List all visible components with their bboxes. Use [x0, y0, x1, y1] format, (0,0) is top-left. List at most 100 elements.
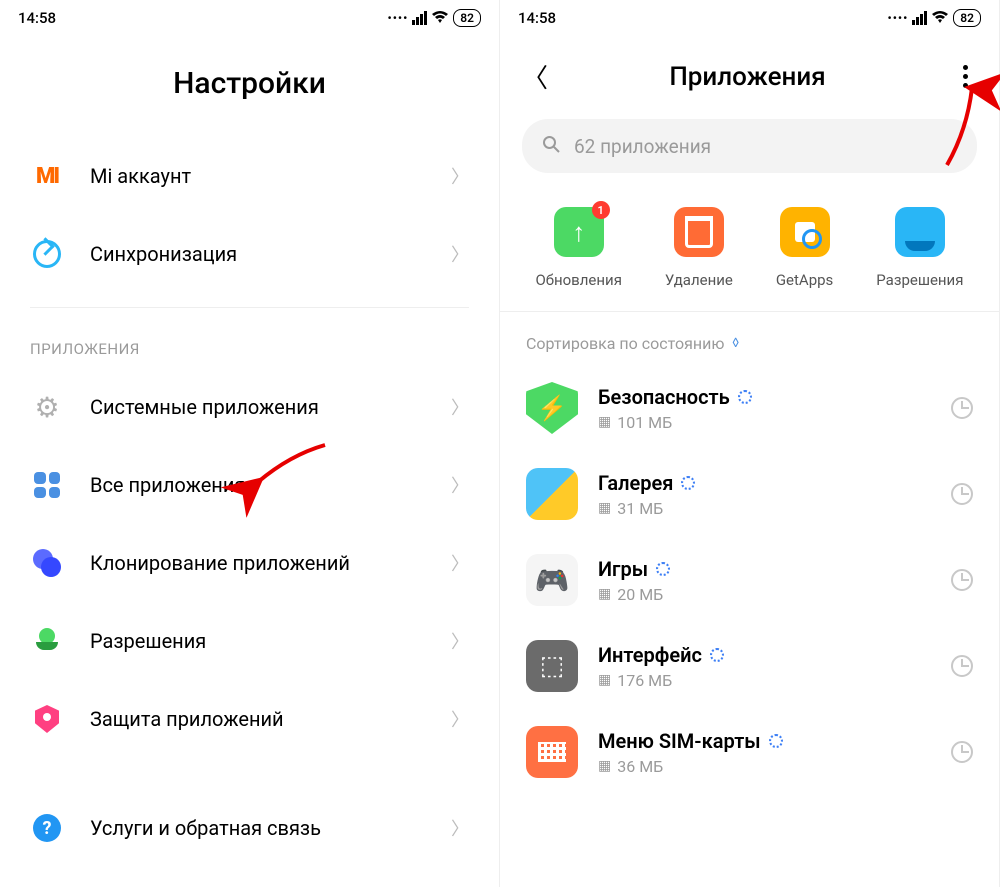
- app-size: 101 МБ: [617, 413, 672, 432]
- app-icon: [526, 640, 578, 692]
- chevron-right-icon: 〉: [451, 706, 469, 732]
- clock-icon: [951, 569, 973, 591]
- wifi-icon: [931, 9, 949, 28]
- app-icon: [526, 468, 578, 520]
- help-icon: ?: [30, 811, 64, 845]
- action-label: Обновления: [535, 271, 621, 289]
- app-size: 20 МБ: [617, 585, 663, 604]
- app-icon: [526, 554, 578, 606]
- row-label: Системные приложения: [90, 395, 451, 419]
- row-sync[interactable]: Синхронизация 〉: [0, 215, 499, 293]
- action-getapps[interactable]: GetApps: [776, 207, 833, 289]
- row-label: Услуги и обратная связь: [90, 816, 451, 840]
- update-badge: 1: [592, 201, 610, 219]
- chip-icon: ▦: [598, 414, 611, 430]
- clock-icon: [951, 483, 973, 505]
- sort-button[interactable]: Сортировка по состоянию ◊: [500, 312, 999, 365]
- clock-icon: [951, 741, 973, 763]
- app-row-games[interactable]: Игры ▦20 МБ: [500, 537, 999, 623]
- clock-icon: [951, 397, 973, 419]
- update-icon: 1: [554, 207, 604, 257]
- section-header-apps: ПРИЛОЖЕНИЯ: [0, 308, 499, 368]
- loading-spinner-icon: [656, 562, 670, 576]
- status-time: 14:58: [518, 9, 556, 27]
- status-time: 14:58: [18, 9, 56, 27]
- chevron-right-icon: 〉: [451, 163, 469, 189]
- app-name: Галерея: [598, 471, 673, 495]
- action-label: GetApps: [776, 271, 833, 289]
- app-name: Меню SIM-карты: [598, 729, 761, 753]
- battery-icon: 82: [453, 9, 481, 27]
- clock-icon: [951, 655, 973, 677]
- sort-arrows-icon: ◊: [732, 336, 739, 351]
- action-label: Удаление: [665, 271, 733, 289]
- action-updates[interactable]: 1 Обновления: [535, 207, 621, 289]
- apps-screen: 14:58 •••• 82 〈 Приложения 62 приложения…: [500, 0, 1000, 887]
- app-row-sim-menu[interactable]: Меню SIM-карты ▦36 МБ: [500, 709, 999, 795]
- chevron-right-icon: 〉: [451, 394, 469, 420]
- signal-bars-icon: [412, 11, 427, 25]
- chevron-right-icon: 〉: [451, 472, 469, 498]
- row-label: Mi аккаунт: [90, 164, 451, 188]
- action-label: Разрешения: [876, 271, 963, 289]
- status-bar: 14:58 •••• 82: [500, 0, 999, 36]
- app-info: Безопасность ▦ 101 МБ: [598, 385, 951, 432]
- app-name: Интерфейс: [598, 643, 702, 667]
- clone-icon: [30, 546, 64, 580]
- apps-grid-icon: [30, 468, 64, 502]
- action-grid: 1 Обновления Удаление GetApps Разрешения: [500, 173, 999, 311]
- app-info: Интерфейс ▦176 МБ: [598, 643, 951, 690]
- mi-logo-icon: MI: [30, 159, 64, 193]
- app-size: 31 МБ: [617, 499, 663, 518]
- search-input[interactable]: 62 приложения: [522, 119, 977, 173]
- action-permissions[interactable]: Разрешения: [876, 207, 963, 289]
- action-uninstall[interactable]: Удаление: [665, 207, 733, 289]
- row-system-apps[interactable]: ⚙ Системные приложения 〉: [0, 368, 499, 446]
- signal-dots-icon: ••••: [888, 11, 909, 25]
- wifi-icon: [431, 9, 449, 28]
- app-size: 176 МБ: [617, 671, 672, 690]
- status-icons: •••• 82: [388, 9, 482, 28]
- top-bar: 〈 Приложения: [500, 36, 999, 105]
- gear-icon: ⚙: [30, 390, 64, 424]
- app-name: Игры: [598, 557, 648, 581]
- row-mi-account[interactable]: MI Mi аккаунт 〉: [0, 137, 499, 215]
- permissions-icon: [30, 624, 64, 658]
- search-icon: [542, 135, 560, 158]
- app-row-interface[interactable]: Интерфейс ▦176 МБ: [500, 623, 999, 709]
- loading-spinner-icon: [769, 734, 783, 748]
- app-info: Галерея ▦ 31 МБ: [598, 471, 951, 518]
- chevron-right-icon: 〉: [451, 815, 469, 841]
- app-name: Безопасность: [598, 385, 730, 409]
- app-info: Меню SIM-карты ▦36 МБ: [598, 729, 951, 776]
- getapps-icon: [780, 207, 830, 257]
- page-title: Настройки: [0, 36, 499, 137]
- row-label: Клонирование приложений: [90, 551, 451, 575]
- app-info: Игры ▦20 МБ: [598, 557, 951, 604]
- shield-icon: [30, 702, 64, 736]
- row-permissions[interactable]: Разрешения 〉: [0, 602, 499, 680]
- row-clone-apps[interactable]: Клонирование приложений 〉: [0, 524, 499, 602]
- more-menu-button[interactable]: [953, 65, 977, 88]
- sync-icon: [30, 237, 64, 271]
- app-size: 36 МБ: [617, 757, 663, 776]
- chevron-right-icon: 〉: [451, 241, 469, 267]
- loading-spinner-icon: [681, 476, 695, 490]
- loading-spinner-icon: [710, 648, 724, 662]
- app-row-gallery[interactable]: Галерея ▦ 31 МБ: [500, 451, 999, 537]
- chevron-right-icon: 〉: [451, 628, 469, 654]
- app-row-security[interactable]: Безопасность ▦ 101 МБ: [500, 365, 999, 451]
- row-label: Защита приложений: [90, 707, 451, 731]
- trash-icon: [674, 207, 724, 257]
- settings-screen: 14:58 •••• 82 Настройки MI Mi аккаунт 〉 …: [0, 0, 500, 887]
- row-all-apps[interactable]: Все приложения 〉: [0, 446, 499, 524]
- row-label: Разрешения: [90, 629, 451, 653]
- chip-icon: ▦: [598, 500, 611, 516]
- search-placeholder: 62 приложения: [574, 135, 711, 158]
- status-icons: •••• 82: [888, 9, 982, 28]
- signal-dots-icon: ••••: [388, 11, 409, 25]
- row-label: Все приложения: [90, 473, 451, 497]
- sort-label: Сортировка по состоянию: [526, 334, 724, 353]
- row-help-feedback[interactable]: ? Услуги и обратная связь 〉: [0, 789, 499, 867]
- row-app-protection[interactable]: Защита приложений 〉: [0, 680, 499, 758]
